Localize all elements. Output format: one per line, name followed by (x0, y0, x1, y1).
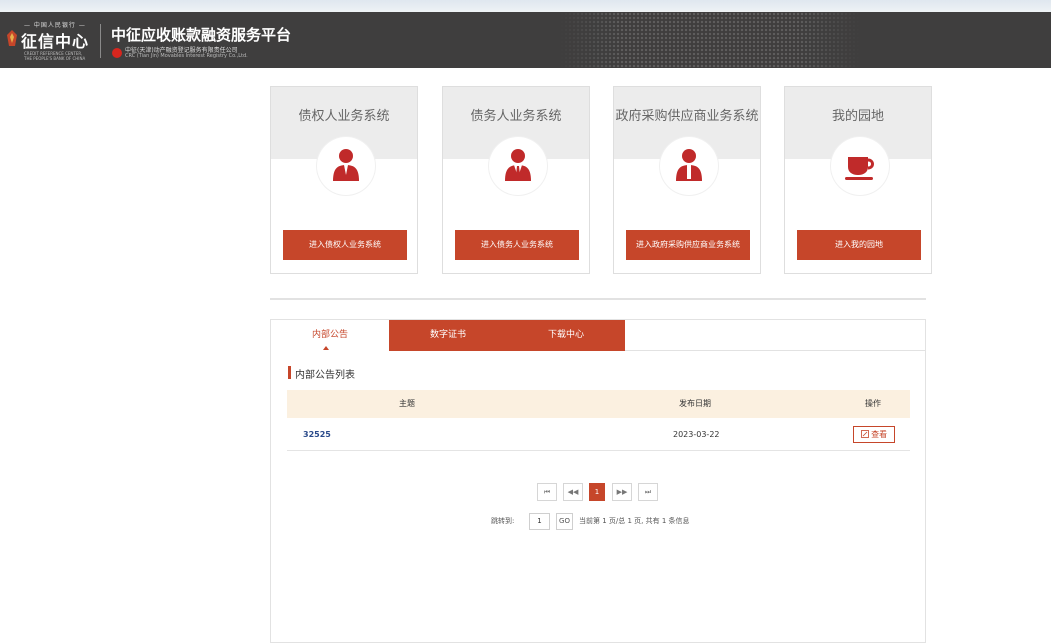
card-creditor-system: 债权人业务系统 进入债权人业务系统 (270, 86, 418, 274)
active-tab-indicator (323, 346, 329, 350)
view-button-label: 查看 (871, 430, 888, 439)
column-subject: 主题 (399, 399, 415, 408)
creditor-person-icon (317, 137, 375, 195)
card-title: 我的园地 (831, 109, 884, 124)
jump-label: 跳转到: (491, 517, 515, 525)
debtor-person-icon (489, 137, 547, 195)
logo-text: 征信中心 (21, 32, 90, 51)
supplier-person-icon (660, 137, 718, 195)
go-button[interactable]: GO (556, 513, 573, 530)
current-page-button[interactable]: 1 (589, 483, 605, 501)
card-title: 政府采购供应商业务系统 (615, 109, 759, 124)
enter-debtor-system-button[interactable]: 进入债务人业务系统 (455, 230, 579, 260)
tab-download-center[interactable]: 下载中心 (507, 320, 625, 351)
section-divider (270, 298, 926, 300)
browser-top-strip (0, 0, 1051, 12)
card-title: 债权人业务系统 (298, 109, 390, 124)
prev-page-button[interactable]: ◀◀ (563, 483, 583, 501)
tab-internal-notices[interactable]: 内部公告 (271, 320, 389, 351)
column-date: 发布日期 (679, 399, 711, 408)
crc-name-en: CRC (Tian Jin) Movables Interest Registr… (125, 53, 248, 59)
card-supplier-system: 政府采购供应商业务系统 进入政府采购供应商业务系统 (613, 86, 761, 274)
pboc-emblem-icon (7, 30, 17, 46)
notice-panel: 内部公告 数字证书 下载中心 内部公告列表 主题 发布日期 操作 32525 2… (270, 319, 926, 643)
section-marker (288, 366, 291, 379)
notice-list-title: 内部公告列表 (295, 370, 355, 381)
card-debtor-system: 债务人业务系统 进入债务人业务系统 (442, 86, 590, 274)
edit-icon (860, 430, 869, 438)
notice-date: 2023-03-22 (673, 430, 720, 439)
last-page-button[interactable]: ⏭ (638, 483, 658, 501)
next-page-button[interactable]: ▶▶ (612, 483, 632, 501)
site-header: — 中国人民银行 — 征信中心 CREDIT REFERENCE CENTER,… (0, 12, 1051, 68)
enter-supplier-system-button[interactable]: 进入政府采购供应商业务系统 (626, 230, 750, 260)
coffee-cup-icon (831, 137, 889, 195)
first-page-button[interactable]: ⏮ (537, 483, 557, 501)
card-my-space: 我的园地 进入我的园地 (784, 86, 932, 274)
view-button[interactable]: 查看 (853, 426, 895, 443)
table-header: 主题 发布日期 操作 (287, 390, 910, 418)
column-action: 操作 (865, 399, 881, 408)
header-divider (100, 24, 101, 58)
enter-creditor-system-button[interactable]: 进入债权人业务系统 (283, 230, 407, 260)
tab-digital-certificate[interactable]: 数字证书 (389, 320, 507, 351)
pagination-summary: 当前第 1 页/总 1 页, 共有 1 条信息 (579, 517, 690, 525)
enter-my-space-button[interactable]: 进入我的园地 (797, 230, 921, 260)
platform-title: 中征应收账款融资服务平台 (111, 26, 292, 44)
crc-logo-icon (112, 48, 122, 58)
notice-subject-link[interactable]: 32525 (303, 418, 331, 451)
table-row: 32525 2023-03-22 查看 (287, 418, 910, 451)
logo-en-line-2: THE PEOPLE'S BANK OF CHINA (24, 56, 86, 61)
tab-bar: 内部公告 数字证书 下载中心 (271, 320, 925, 351)
card-title: 债务人业务系统 (470, 109, 562, 124)
jump-page-input[interactable]: 1 (529, 513, 550, 530)
